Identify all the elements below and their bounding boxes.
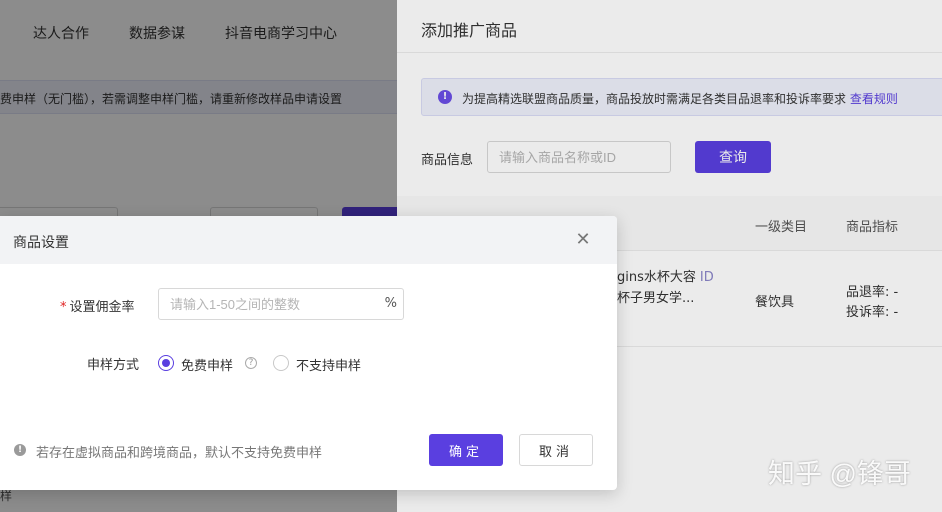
cancel-button[interactable]: 取消	[519, 434, 593, 466]
query-button[interactable]: 查询	[695, 141, 771, 173]
modal-header: 商品设置 ✕	[0, 216, 617, 264]
confirm-button[interactable]: 确定	[429, 434, 503, 466]
sample-method-label: 申样方式	[87, 358, 140, 373]
radio-no-sample[interactable]: 不支持申样	[273, 354, 373, 374]
return-rate: 品退率: -	[846, 285, 899, 300]
product-category: 餐饮具	[755, 295, 795, 310]
radio-free-sample[interactable]: 免费申样 ?	[158, 354, 258, 374]
drawer-notice-text: 为提高精选联盟商品质量，商品投放时需满足各类目品退率和投诉率要求 查看规则	[462, 92, 898, 106]
commission-rate-field[interactable]: %	[158, 288, 404, 320]
drawer-title: 添加推广商品	[421, 21, 518, 40]
footer-note: 若存在虚拟商品和跨境商品，默认不支持免费申样	[36, 446, 323, 461]
product-search-input[interactable]	[487, 141, 671, 173]
view-rules-link[interactable]: 查看规则	[850, 92, 898, 106]
commission-rate-input[interactable]	[159, 289, 379, 319]
modal-title: 商品设置	[13, 235, 69, 251]
watermark: 知乎 @锋哥	[768, 459, 911, 489]
product-id-badge: ID	[699, 270, 714, 285]
radio-checked-icon	[158, 355, 174, 371]
column-header-category: 一级类目	[755, 220, 808, 235]
drawer-notice-bar: ! 为提高精选联盟商品质量，商品投放时需满足各类目品退率和投诉率要求 查看规则	[421, 78, 942, 116]
complaint-rate: 投诉率: -	[846, 305, 899, 320]
exclamation-circle-icon: !	[438, 90, 452, 104]
required-mark: *	[60, 300, 67, 315]
product-info-label: 商品信息	[421, 153, 474, 168]
exclamation-circle-icon: !	[14, 444, 26, 456]
question-circle-icon[interactable]: ?	[245, 357, 257, 369]
close-icon[interactable]: ✕	[572, 229, 594, 251]
product-settings-modal: 商品设置 ✕ *设置佣金率 % 申样方式 免费申样 ? 不支持申样 ! 若存在虚…	[0, 216, 617, 490]
drawer-divider	[397, 52, 942, 53]
radio-unchecked-icon	[273, 355, 289, 371]
product-name: gins水杯大容 ID 杯子男女学...	[617, 270, 714, 306]
percent-suffix: %	[384, 296, 397, 311]
commission-rate-label: * 设置佣金率	[60, 300, 135, 315]
column-header-metrics: 商品指标	[846, 220, 899, 235]
